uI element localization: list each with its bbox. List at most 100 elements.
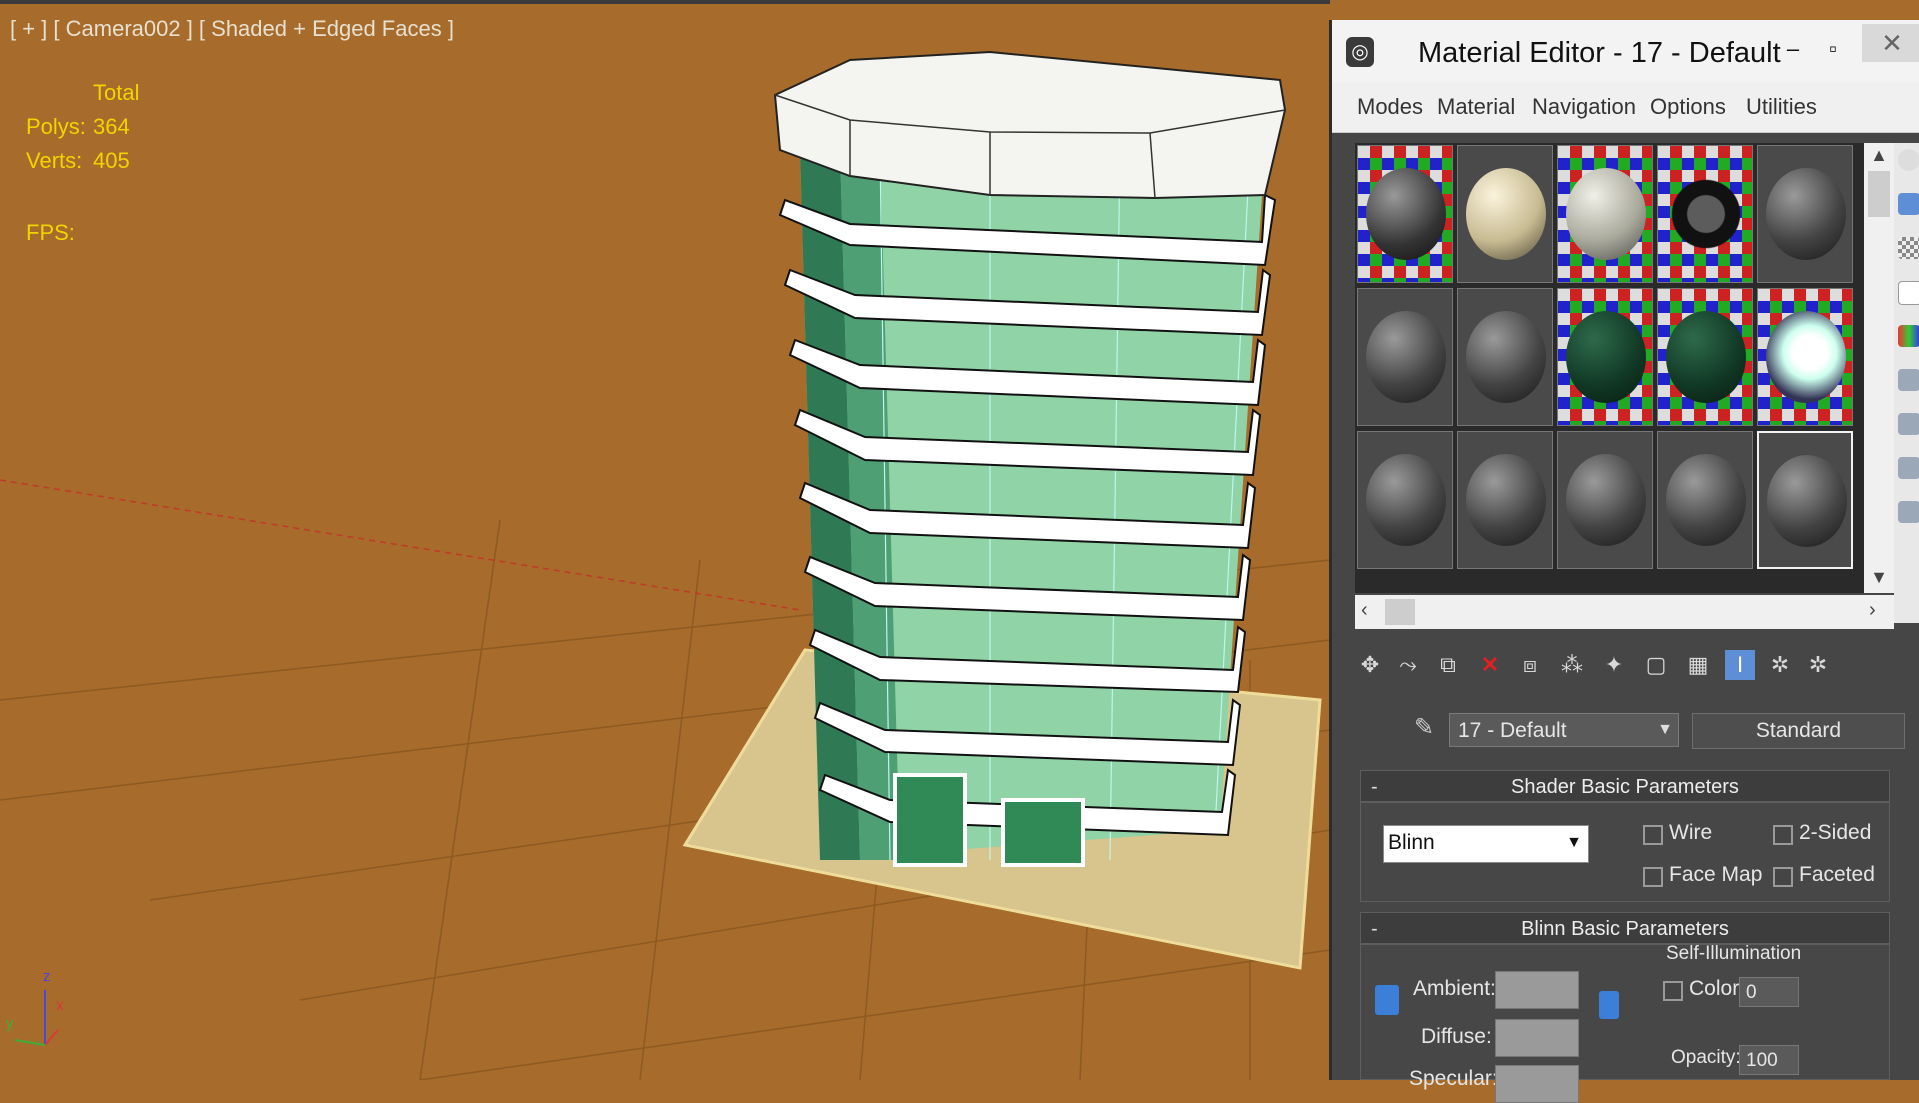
shader-rollout-body: Blinn ▼ Wire 2-Sided Face Map Faceted [1360, 802, 1890, 902]
hscroll-thumb[interactable] [1385, 599, 1415, 625]
lock-icon[interactable] [1599, 991, 1619, 1019]
sample-slot[interactable] [1657, 288, 1753, 426]
blinn-rollout-header[interactable]: - Blinn Basic Parameters [1360, 912, 1890, 944]
shader-type-select[interactable]: Blinn ▼ [1383, 825, 1589, 863]
sample-slot[interactable] [1357, 288, 1453, 426]
go-to-parent-icon[interactable]: ✲ [1765, 650, 1795, 680]
reset-map-icon[interactable]: ✕ [1475, 650, 1505, 680]
material-map-navigator-icon[interactable] [1898, 501, 1919, 523]
menu-material[interactable]: Material [1437, 94, 1515, 120]
app-icon: ◎ [1346, 37, 1374, 67]
diffuse-color-swatch[interactable] [1495, 1019, 1579, 1057]
menu-navigation[interactable]: Navigation [1532, 94, 1636, 120]
sample-slot[interactable] [1457, 288, 1553, 426]
self-illum-value[interactable]: 0 [1739, 977, 1799, 1007]
scroll-up-icon[interactable]: ▲ [1864, 145, 1894, 166]
lock-ambient-diffuse-icon[interactable] [1375, 985, 1399, 1015]
sample-slot[interactable] [1557, 431, 1653, 569]
scroll-thumb[interactable] [1868, 171, 1890, 217]
face-map-checkbox[interactable] [1643, 867, 1663, 887]
opacity-label: Opacity: [1671, 1047, 1741, 1068]
options-icon[interactable] [1898, 413, 1919, 435]
make-unique-icon[interactable]: ⁂ [1557, 650, 1587, 680]
ambient-color-swatch[interactable] [1495, 971, 1579, 1009]
material-name-row: ✎ 17 - Default ▼ Standard [1352, 705, 1919, 751]
polys-value: 364 [93, 114, 130, 139]
sample-slot-active[interactable] [1757, 431, 1853, 569]
axis-y-label: y [6, 1015, 14, 1032]
sample-slot[interactable] [1757, 145, 1853, 283]
tower-mesh [773, 50, 1287, 867]
self-illum-color-checkbox[interactable] [1663, 981, 1683, 1001]
scroll-down-icon[interactable]: ▼ [1864, 567, 1894, 588]
wire-checkbox[interactable] [1643, 825, 1663, 845]
blinn-rollout-title: Blinn Basic Parameters [1521, 918, 1729, 940]
sample-slot[interactable] [1457, 145, 1553, 283]
put-to-scene-icon[interactable]: ⤳ [1393, 650, 1423, 680]
go-forward-to-sibling-icon[interactable]: ✲ [1803, 650, 1833, 680]
faceted-checkbox[interactable] [1773, 867, 1793, 887]
menu-bar: Modes Material Navigation Options Utilit… [1332, 82, 1919, 133]
title-bar[interactable]: ◎ Material Editor - 17 - Default – ▫ ✕ [1332, 20, 1919, 82]
slots-horizontal-scrollbar[interactable]: ‹ › [1355, 595, 1894, 629]
make-preview-icon[interactable] [1898, 369, 1919, 391]
material-toolbar: ✥ ⤳ ⧉ ✕ ⧈ ⁂ ✦ ▢ ▦ I ✲ ✲ [1355, 640, 1919, 692]
background-icon[interactable] [1898, 237, 1919, 259]
copy-material-icon[interactable]: ⧈ [1515, 650, 1545, 680]
side-toolbar [1894, 143, 1919, 623]
material-editor-window[interactable]: ◎ Material Editor - 17 - Default – ▫ ✕ M… [1329, 20, 1919, 1103]
scroll-left-icon[interactable]: ‹ [1361, 599, 1368, 622]
slots-vertical-scrollbar[interactable]: ▲ ▼ [1864, 143, 1894, 593]
window-title: Material Editor - 17 - Default [1418, 37, 1781, 69]
perspective-viewport[interactable]: [ + ] [ Camera002 ] [ Shaded + Edged Fac… [0, 0, 1330, 1080]
scene-render [0, 50, 1330, 1080]
close-icon[interactable]: ✕ [1862, 24, 1919, 62]
backlight-icon[interactable] [1898, 193, 1919, 215]
material-type-button[interactable]: Standard [1692, 713, 1905, 749]
assign-to-selection-icon[interactable]: ⧉ [1433, 650, 1463, 680]
collapse-icon: - [1371, 776, 1378, 798]
x-axis-line [0, 479, 801, 611]
menu-modes[interactable]: Modes [1357, 94, 1423, 120]
sample-slot[interactable] [1557, 288, 1653, 426]
two-sided-label: 2-Sided [1799, 821, 1872, 844]
collapse-icon: - [1371, 918, 1378, 940]
verts-label: Verts: [26, 148, 83, 173]
scroll-right-icon[interactable]: › [1869, 599, 1876, 622]
eyedropper-icon[interactable]: ✎ [1414, 713, 1434, 742]
sample-slot[interactable] [1757, 288, 1853, 426]
sample-slot[interactable] [1557, 145, 1653, 283]
viewport-label[interactable]: [ + ] [ Camera002 ] [ Shaded + Edged Fac… [10, 16, 454, 42]
menu-utilities[interactable]: Utilities [1746, 94, 1817, 120]
get-material-icon[interactable]: ✥ [1355, 650, 1385, 680]
chevron-down-icon[interactable]: ▼ [1652, 714, 1678, 746]
sample-type-icon[interactable] [1898, 149, 1919, 171]
two-sided-checkbox[interactable] [1773, 825, 1793, 845]
show-map-in-viewport-icon[interactable]: ▦ [1683, 650, 1713, 680]
shader-rollout-title: Shader Basic Parameters [1511, 776, 1739, 798]
axis-x-label: x [56, 997, 64, 1014]
sample-slot[interactable] [1457, 431, 1553, 569]
blinn-rollout-body: Ambient: Diffuse: Specular: Self-Illumin… [1360, 943, 1890, 1103]
sample-slot[interactable] [1357, 431, 1453, 569]
video-color-check-icon[interactable] [1898, 325, 1919, 347]
minimize-icon[interactable]: – [1776, 34, 1810, 64]
shader-rollout-header[interactable]: - Shader Basic Parameters [1360, 770, 1890, 802]
viewport-top-border [0, 0, 1330, 4]
opacity-value[interactable]: 100 [1739, 1045, 1799, 1075]
specular-color-swatch[interactable] [1495, 1065, 1579, 1103]
maximize-icon[interactable]: ▫ [1816, 34, 1850, 64]
uv-tiling-icon[interactable] [1898, 281, 1919, 305]
select-by-material-icon[interactable] [1898, 457, 1919, 479]
menu-options[interactable]: Options [1650, 94, 1726, 120]
put-to-library-icon[interactable]: ✦ [1599, 650, 1629, 680]
show-end-result-icon[interactable]: I [1725, 650, 1755, 680]
sample-slot[interactable] [1357, 145, 1453, 283]
sample-slot[interactable] [1657, 145, 1753, 283]
material-id-channel-icon[interactable]: ▢ [1641, 650, 1671, 680]
material-name-field[interactable]: 17 - Default [1449, 713, 1679, 747]
sample-slot[interactable] [1657, 431, 1753, 569]
sample-slots-grid [1355, 143, 1864, 593]
ambient-label: Ambient: [1413, 977, 1496, 1000]
face-map-label: Face Map [1669, 863, 1763, 886]
